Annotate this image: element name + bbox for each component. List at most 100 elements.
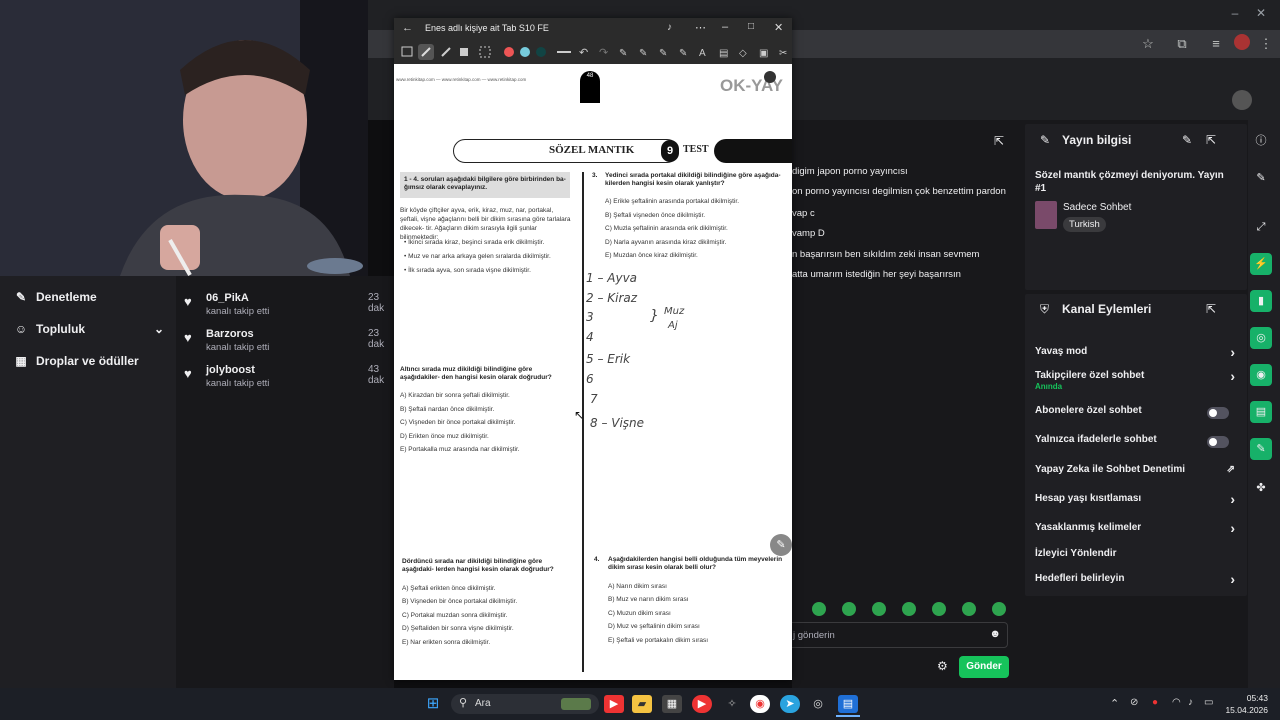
emote-icon[interactable] — [842, 602, 856, 616]
edit-icon[interactable]: ✎ — [1250, 167, 1272, 189]
volume-icon[interactable]: ♪ — [1188, 697, 1193, 708]
emote-icon[interactable] — [902, 602, 916, 616]
category-thumbnail[interactable] — [1035, 201, 1057, 229]
volume-icon[interactable]: ♪ — [667, 22, 672, 33]
media-icon[interactable]: ▶ — [692, 695, 712, 713]
action-label: Yavaş mod — [1035, 346, 1088, 357]
channel-avatar[interactable] — [1232, 90, 1252, 110]
popout-icon[interactable]: ⇱ — [1206, 302, 1216, 316]
handwritten-note: Muz — [664, 306, 685, 317]
pen-fab-button[interactable]: ✎ — [770, 534, 792, 556]
nav-item-label: Denetleme — [36, 290, 97, 304]
avatar[interactable] — [1234, 34, 1250, 50]
emoji-icon[interactable]: ☻ — [989, 628, 1001, 640]
windows-start-icon[interactable]: ⊞ — [424, 695, 442, 713]
chrome-icon[interactable]: ◉ — [750, 695, 770, 713]
chevron-up-icon[interactable]: ⌃ — [1110, 697, 1119, 710]
youtube-icon[interactable]: ▶ — [604, 695, 624, 713]
clock-time[interactable]: 05:43 — [1228, 693, 1268, 703]
emote-icon[interactable] — [992, 602, 1006, 616]
emote-icon[interactable] — [872, 602, 886, 616]
extensions-icon[interactable]: ⧉ — [1172, 34, 1192, 54]
action-followers-only[interactable]: Takipçilere özel sohbet › Anında — [1035, 368, 1235, 396]
wrench-icon[interactable]: ✎ — [1250, 438, 1272, 460]
nav-item-droplar[interactable]: ▦ Droplar ve ödüller — [14, 350, 139, 372]
intro-box: 1 - 4. soruları aşağıdaki bilgilere göre… — [400, 172, 570, 198]
category-name[interactable]: Sadece Sohbet — [1063, 202, 1131, 213]
clock-date[interactable]: 15.04.2026 — [1222, 705, 1268, 715]
extension-icon[interactable]: ✤ — [1250, 477, 1272, 499]
close-icon[interactable]: ✕ — [774, 21, 783, 34]
worksheet-page[interactable]: www.retinkitap.com — www.retinkitap.com … — [394, 64, 792, 680]
window-title: Enes adlı kişiye ait Tab S10 FE — [425, 23, 549, 33]
emote-icon[interactable] — [932, 602, 946, 616]
battery-icon[interactable]: ▭ — [1204, 697, 1213, 708]
action-account-age[interactable]: Hesap yaşı kısıtlaması › — [1035, 491, 1235, 511]
action-goals[interactable]: Hedefleri belirleyin › — [1035, 571, 1235, 591]
handwritten-brace: } — [650, 308, 659, 324]
store-icon[interactable]: ▦ — [662, 695, 682, 713]
close-icon[interactable]: ✕ — [1246, 6, 1276, 24]
chat-bubble-icon[interactable]: ◎ — [1250, 327, 1272, 349]
chat-input[interactable]: j gönderin ☻ — [786, 622, 1008, 648]
question-3-head: Yedinci sırada portakal dikildiği bilind… — [605, 172, 781, 187]
taskbar-search[interactable]: ⚲ Ara — [451, 694, 599, 714]
webcam-person-image — [0, 0, 368, 276]
follower-name[interactable]: 06_PikA — [206, 292, 249, 304]
search-label: Ara — [475, 698, 491, 709]
obs-icon[interactable]: ◎ — [808, 695, 828, 713]
action-label: Abonelere özel sohbet — [1035, 405, 1142, 416]
header-bar — [714, 139, 792, 163]
folder-icon[interactable]: ▰ — [632, 695, 652, 713]
maximize-icon[interactable]: □ — [748, 21, 754, 32]
more-icon[interactable]: ⋯ — [695, 21, 706, 34]
star-icon[interactable]: ☆ — [1138, 34, 1158, 54]
minimize-icon[interactable]: – — [722, 21, 728, 33]
emote-icon[interactable] — [962, 602, 976, 616]
follower-time: 23 dak — [368, 328, 385, 350]
nav-item-denetleme[interactable]: ✎ Denetleme — [14, 286, 97, 308]
annotation-tools[interactable]: ↶ ↷ ✎ ✎ ✎ ✎ A ▤ ◇ ▣ ✂ — [394, 40, 792, 64]
emote-icon[interactable] — [812, 602, 826, 616]
telegram-icon[interactable]: ➤ — [780, 695, 800, 713]
rule: • İkinci sırada kiraz, beşinci sırada er… — [404, 239, 545, 246]
svg-text:✎: ✎ — [659, 48, 667, 59]
wifi-icon[interactable]: ◠ — [1172, 697, 1181, 708]
nav-item-label: Droplar ve ödüller — [36, 354, 139, 368]
expand-icon[interactable]: ⤢ — [1250, 216, 1272, 238]
microphone-icon[interactable]: ● — [1152, 697, 1158, 708]
follower-name[interactable]: Barzoros — [206, 328, 254, 340]
follower-name[interactable]: jolyboost — [206, 364, 255, 376]
page-number: 48 — [586, 73, 594, 79]
panel-title: Kanal Eylemleri — [1062, 302, 1152, 316]
follower-time: 23 dak — [368, 292, 385, 314]
action-slow-mode[interactable]: Yavaş mod › — [1035, 344, 1235, 364]
toggle-switch[interactable] — [1207, 407, 1229, 419]
info-icon[interactable]: ⓘ — [1250, 130, 1272, 152]
popout-icon[interactable]: ⇱ — [994, 134, 1004, 148]
tag-badge[interactable]: Turkish — [1063, 217, 1106, 232]
action-raid[interactable]: İzleyici Yönlendir — [1035, 548, 1235, 566]
lightning-icon[interactable]: ⚡ — [1250, 253, 1272, 275]
ad-icon[interactable]: ▤ — [1250, 401, 1272, 423]
edit-icon[interactable]: ✎ — [1182, 133, 1192, 147]
send-button[interactable]: Gönder — [959, 656, 1009, 678]
rule-text: Muz ve nar arka arkaya gelen sıralarda d… — [408, 253, 551, 260]
nav-item-topluluk[interactable]: ☺ Topluluk ⌄ — [14, 318, 164, 340]
popout-icon[interactable]: ⇱ — [1206, 133, 1216, 147]
clip-icon[interactable]: ▮ — [1250, 290, 1272, 312]
settings-icon[interactable]: ⚙ — [937, 659, 948, 673]
back-arrow-icon[interactable]: ← — [402, 22, 413, 34]
action-subscribers-only[interactable]: Abonelere özel sohbet — [1035, 405, 1235, 423]
toggle-switch[interactable] — [1207, 436, 1229, 448]
action-blocked-terms[interactable]: Yasaklanmış kelimeler › — [1035, 520, 1235, 540]
action-ai-moderation[interactable]: Yapay Zeka ile Sohbet Denetimi ⇗ — [1035, 464, 1235, 482]
app-icon[interactable]: ✧ — [722, 695, 742, 713]
menu-icon[interactable]: ⋮ — [1256, 34, 1276, 54]
queue-icon[interactable]: ≡ — [1206, 34, 1226, 54]
action-label: Yapay Zeka ile Sohbet Denetimi — [1035, 464, 1186, 475]
broadcast-icon[interactable]: ◉ — [1250, 364, 1272, 386]
network-off-icon[interactable]: ⊘ — [1130, 697, 1138, 708]
notes-app-icon[interactable]: ▤ — [838, 695, 858, 713]
action-emote-only[interactable]: Yalnızca ifadelerle sohbet — [1035, 434, 1235, 452]
